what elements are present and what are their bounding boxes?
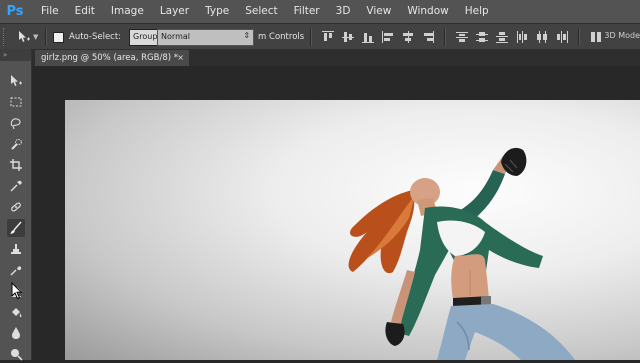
photoshop-logo: Ps	[6, 4, 24, 19]
document-tab[interactable]: girlz.png @ 50% (area, RGB/8) * ×	[35, 50, 189, 66]
options-separator	[578, 28, 581, 46]
align-horizontal-centers-icon[interactable]	[401, 30, 415, 44]
align-bottom-edges-icon[interactable]	[361, 30, 375, 44]
mouse-cursor-icon	[11, 282, 23, 300]
dancer-photo	[348, 147, 575, 360]
eyedropper-tool-icon[interactable]	[7, 177, 25, 195]
options-separator	[310, 28, 313, 46]
menu-window[interactable]: Window	[399, 0, 456, 23]
options-bar: ▼ Auto-Select: Group Normal ⇕ m Controls…	[0, 23, 640, 51]
menu-type[interactable]: Type	[197, 0, 237, 23]
auto-select-checkbox[interactable]	[53, 31, 64, 43]
distribute-vertical-centers-icon[interactable]	[475, 30, 489, 44]
tools-panel-grip[interactable]: »	[0, 49, 31, 61]
3d-mode-label: 3D Mode	[604, 31, 640, 40]
align-buttons	[318, 30, 438, 44]
document-tab-bar: girlz.png @ 50% (area, RGB/8) * ×	[31, 49, 640, 66]
blur-tool-icon[interactable]	[7, 324, 25, 342]
menu-help[interactable]: Help	[457, 0, 497, 23]
blend-mode-value: Normal	[161, 31, 190, 41]
options-separator	[45, 28, 47, 46]
history-brush-tool-icon[interactable]	[7, 261, 25, 279]
menu-bar: Ps File Edit Image Layer Type Select Fil…	[0, 0, 640, 23]
dodge-tool-icon[interactable]	[7, 345, 25, 363]
distribute-top-edges-icon[interactable]	[455, 30, 469, 44]
distribute-horizontal-centers-icon[interactable]	[535, 30, 549, 44]
menu-edit[interactable]: Edit	[67, 0, 103, 23]
auto-select-label: Auto-Select:	[69, 32, 122, 42]
show-transform-controls-label: m Controls	[258, 32, 305, 42]
align-vertical-centers-icon[interactable]	[341, 30, 355, 44]
menu-3d[interactable]: 3D	[328, 0, 359, 23]
align-top-edges-icon[interactable]	[321, 30, 335, 44]
options-grip[interactable]	[3, 28, 7, 46]
distribute-bottom-edges-icon[interactable]	[495, 30, 509, 44]
align-right-edges-icon[interactable]	[421, 30, 435, 44]
document-tab-title: girlz.png @ 50% (area, RGB/8) *	[41, 53, 178, 63]
auto-align-layers-icon[interactable]	[589, 30, 603, 44]
distribute-right-edges-icon[interactable]	[555, 30, 569, 44]
menu-filter[interactable]: Filter	[286, 0, 328, 23]
lasso-tool-icon[interactable]	[7, 114, 25, 132]
menu-layer[interactable]: Layer	[152, 0, 197, 23]
brush-tool-icon[interactable]	[7, 219, 25, 237]
quick-selection-tool-icon[interactable]	[7, 135, 25, 153]
move-tool-icon[interactable]	[7, 72, 25, 90]
blend-mode-dropdown[interactable]: Normal ⇕	[157, 28, 255, 46]
menu-image[interactable]: Image	[103, 0, 152, 23]
move-tool-preset-icon[interactable]: ▼	[17, 29, 39, 45]
image-canvas[interactable]	[65, 100, 640, 360]
distribute-buttons	[452, 30, 572, 44]
align-left-edges-icon[interactable]	[381, 30, 395, 44]
up-down-arrows-icon: ⇕	[243, 30, 251, 40]
chevron-down-icon: ▼	[33, 33, 39, 41]
auto-select-target-value: Group	[133, 31, 158, 41]
tools-panel: »	[0, 49, 32, 363]
clone-stamp-tool-icon[interactable]	[7, 240, 25, 258]
menu-select[interactable]: Select	[237, 0, 285, 23]
paint-bucket-tool-icon[interactable]	[7, 303, 25, 321]
close-icon[interactable]: ×	[177, 50, 184, 66]
distribute-left-edges-icon[interactable]	[515, 30, 529, 44]
auto-select-target-select[interactable]: Group Normal ⇕	[129, 28, 255, 46]
spot-healing-brush-icon[interactable]	[7, 198, 25, 216]
options-separator	[444, 28, 447, 46]
document-window	[32, 66, 640, 360]
crop-tool-icon[interactable]	[7, 156, 25, 174]
marquee-tool-icon[interactable]	[7, 93, 25, 111]
menu-file[interactable]: File	[33, 0, 67, 23]
menu-view[interactable]: View	[358, 0, 399, 23]
